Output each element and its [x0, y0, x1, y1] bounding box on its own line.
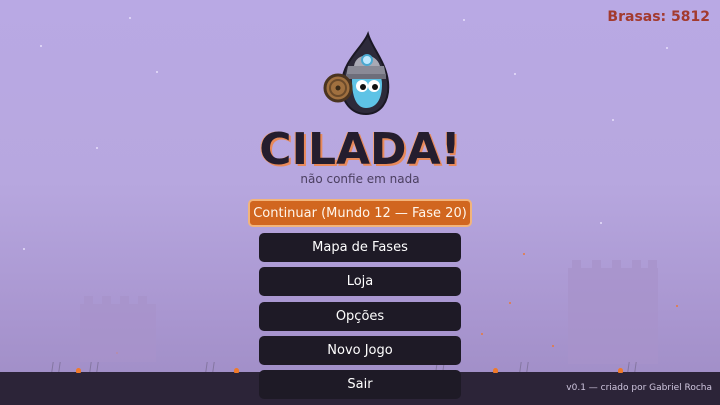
- castle-merlon: [120, 296, 129, 305]
- ember-fire: [234, 368, 239, 373]
- star: [40, 45, 42, 47]
- castle-silhouette-right: [568, 260, 658, 364]
- grass-tuft: [627, 362, 637, 372]
- grass-tuft: [89, 362, 99, 372]
- ember-fire: [493, 368, 498, 373]
- star: [463, 19, 465, 21]
- castle-merlon: [612, 260, 621, 269]
- star: [514, 73, 516, 75]
- continue-button[interactable]: Continuar (Mundo 12 — Fase 20): [248, 199, 472, 227]
- game-subtitle: não confie em nada: [300, 172, 420, 186]
- grass-tuft: [519, 362, 529, 372]
- version-credit: v0.1 — criado por Gabriel Rocha: [566, 383, 712, 393]
- star: [612, 119, 614, 121]
- grass-tuft: [51, 362, 61, 372]
- star: [129, 17, 131, 19]
- castle-merlon: [138, 296, 147, 305]
- castle-merlon: [648, 260, 657, 269]
- currency-counter: Brasas: 5812: [607, 9, 710, 25]
- level-map-button[interactable]: Mapa de Fases: [259, 233, 461, 262]
- star: [156, 71, 158, 73]
- star: [600, 222, 602, 224]
- castle-merlon: [592, 260, 601, 269]
- grass-tuft: [205, 362, 215, 372]
- castle-merlon: [84, 296, 93, 305]
- ember: [676, 305, 678, 307]
- shop-button[interactable]: Loja: [259, 267, 461, 296]
- castle-merlon: [632, 260, 641, 269]
- new-game-button[interactable]: Novo Jogo: [259, 336, 461, 365]
- mascot-icon: [323, 31, 390, 116]
- game-title: CILADA!: [259, 124, 461, 175]
- castle-merlon: [102, 296, 111, 305]
- ember: [552, 345, 554, 347]
- quit-button[interactable]: Sair: [259, 370, 461, 399]
- star: [666, 47, 668, 49]
- castle-merlon: [572, 260, 581, 269]
- ember: [523, 253, 525, 255]
- ember-fire: [618, 368, 623, 373]
- options-button[interactable]: Opções: [259, 302, 461, 331]
- ember: [509, 302, 511, 304]
- ember-fire: [76, 368, 81, 373]
- ember: [481, 333, 483, 335]
- castle-silhouette-left: [80, 296, 156, 362]
- star: [23, 248, 25, 250]
